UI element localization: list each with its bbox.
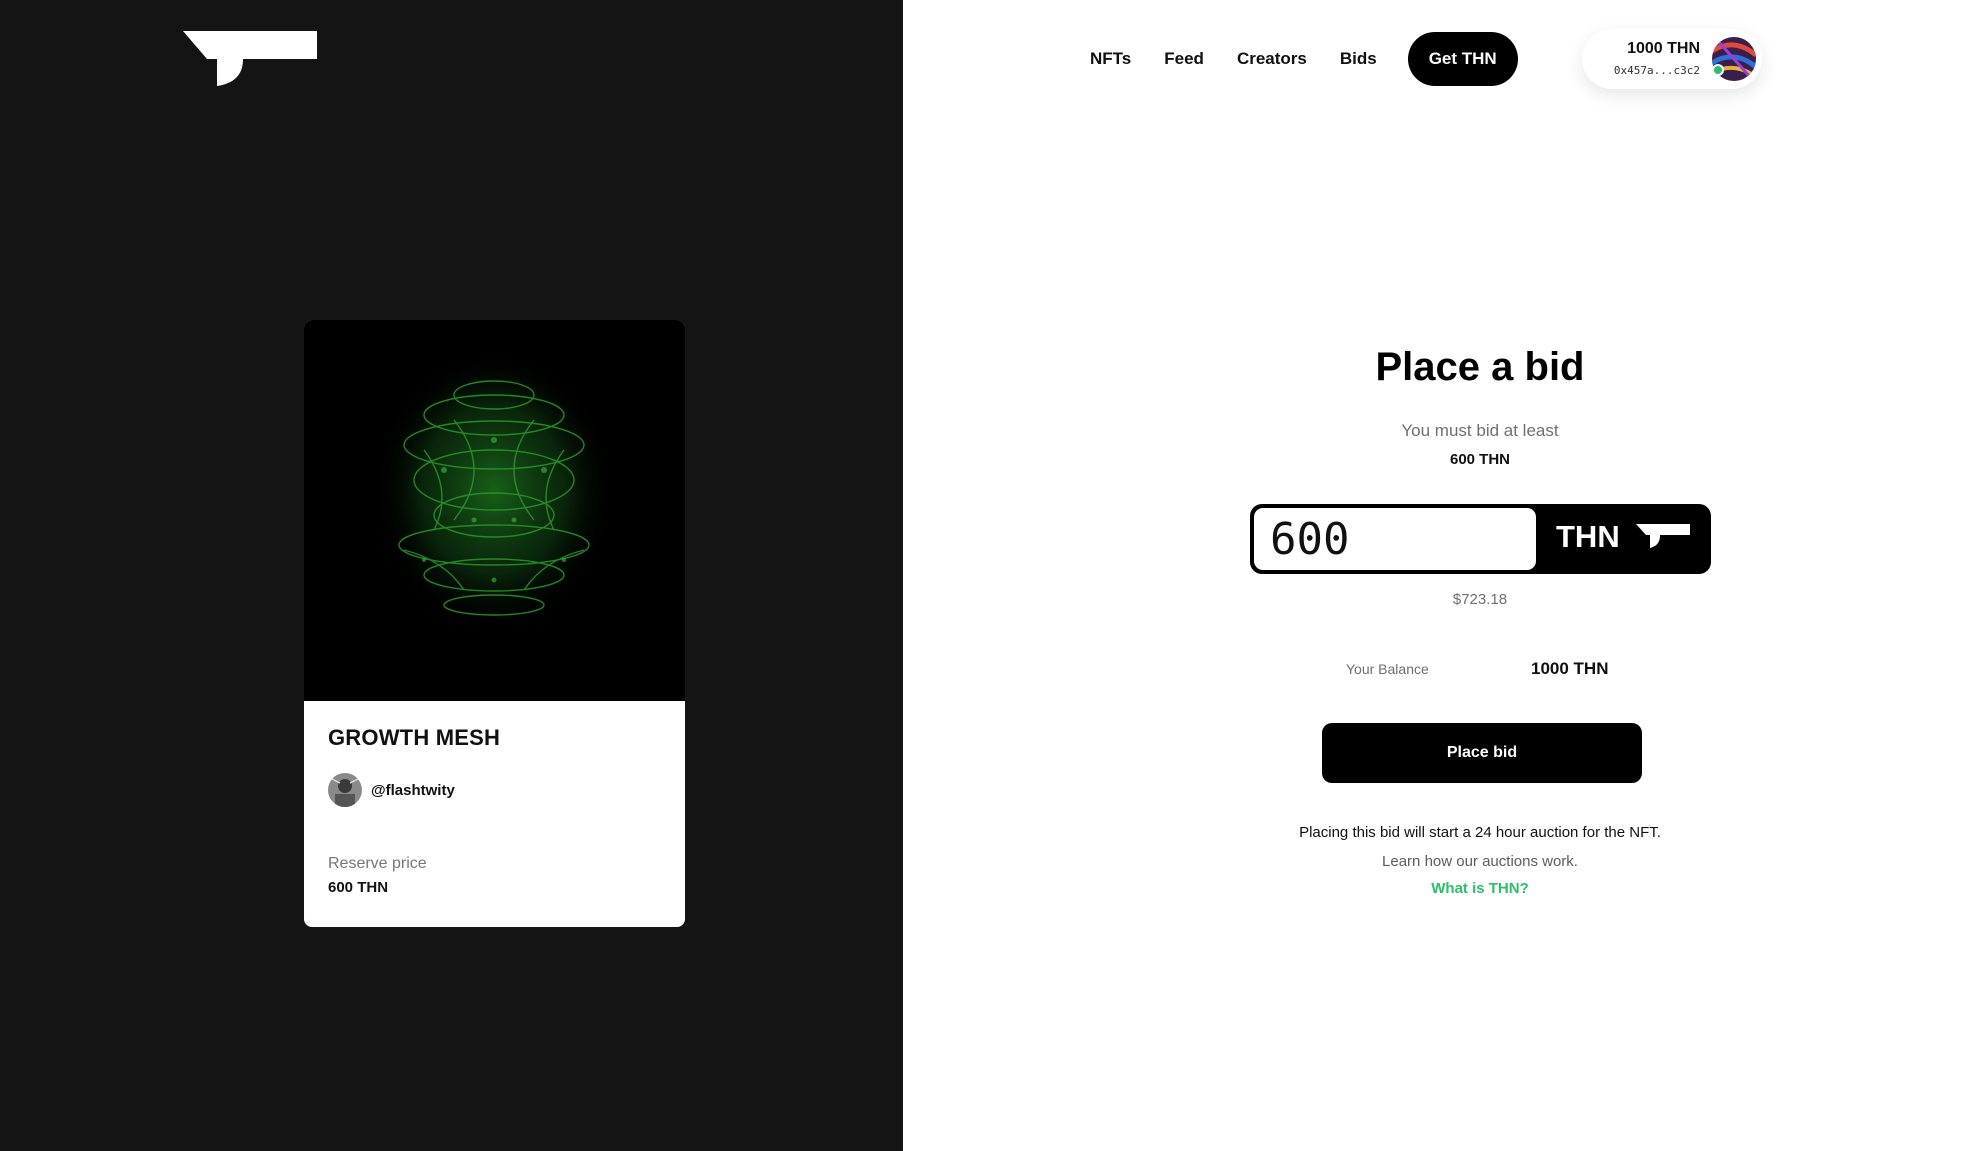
nav-link-creators[interactable]: Creators xyxy=(1237,49,1307,69)
wallet-widget[interactable]: 1000 THN 0x457a...c3c2 xyxy=(1582,29,1762,89)
creator-row[interactable]: @flashtwity xyxy=(328,773,661,807)
bid-usd-value: $723.18 xyxy=(1452,591,1508,608)
wallet-balance: 1000 THN xyxy=(1627,40,1700,57)
thn-logo-icon[interactable] xyxy=(183,31,317,87)
your-balance-label: Your Balance xyxy=(1346,661,1429,677)
thn-currency-icon xyxy=(1636,524,1690,548)
artwork-graphic xyxy=(374,350,614,630)
online-status-dot xyxy=(1712,64,1724,76)
min-bid-value: 600 THN xyxy=(1449,451,1511,468)
auction-info-text: Placing this bid will start a 24 hour au… xyxy=(1299,824,1661,841)
creator-handle[interactable]: @flashtwity xyxy=(371,782,455,799)
bid-currency-label: THN xyxy=(1556,519,1620,554)
nft-artwork[interactable] xyxy=(304,320,685,701)
place-bid-button[interactable]: Place bid xyxy=(1322,723,1642,783)
bid-amount-field: THN xyxy=(1250,504,1711,574)
top-nav: NFTs Feed Creators Bids Get THN xyxy=(1090,31,1518,87)
nav-link-bids[interactable]: Bids xyxy=(1340,49,1377,69)
nav-link-nfts[interactable]: NFTs xyxy=(1090,49,1131,69)
your-balance-value: 1000 THN xyxy=(1531,659,1609,678)
what-is-thn-link[interactable]: What is THN? xyxy=(1330,880,1630,897)
left-panel: GROWTH MESH @flashtwity Reserve price 60… xyxy=(0,0,903,1151)
nft-card[interactable]: GROWTH MESH @flashtwity Reserve price 60… xyxy=(304,320,685,927)
reserve-price-value: 600 THN xyxy=(328,879,389,896)
creator-avatar[interactable] xyxy=(328,773,362,807)
reserve-price-label: Reserve price xyxy=(328,855,427,872)
bid-amount-input[interactable] xyxy=(1254,508,1536,570)
nft-info: GROWTH MESH @flashtwity Reserve price 60… xyxy=(304,701,685,920)
learn-auctions-link[interactable]: Learn how our auctions work. xyxy=(1230,853,1730,870)
nav-link-feed[interactable]: Feed xyxy=(1164,49,1204,69)
wallet-address: 0x457a...c3c2 xyxy=(1613,64,1700,77)
min-bid-label: You must bid at least xyxy=(1401,421,1559,440)
nft-title: GROWTH MESH xyxy=(328,725,501,750)
page-title: Place a bid xyxy=(1375,345,1585,389)
get-thn-button[interactable]: Get THN xyxy=(1407,32,1518,86)
